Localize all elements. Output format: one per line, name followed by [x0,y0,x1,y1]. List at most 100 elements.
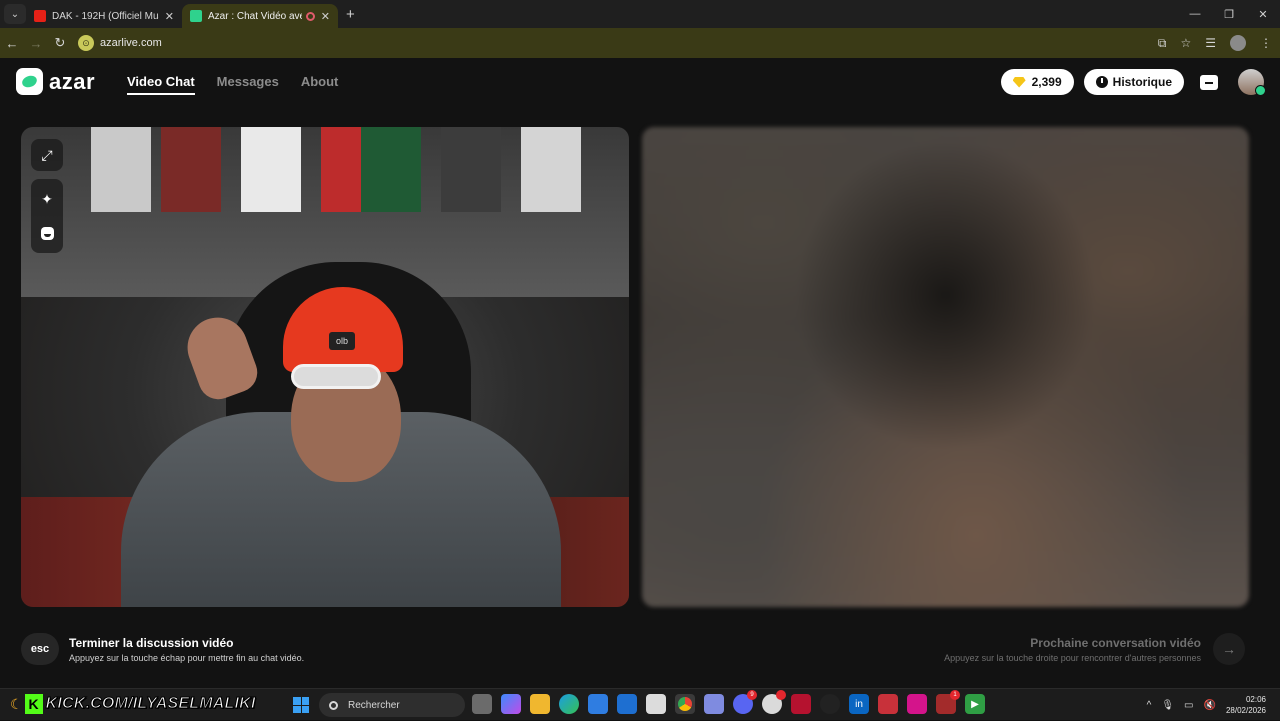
kick-logo-icon: K [24,694,43,714]
minimize-icon[interactable]: — [1178,0,1212,28]
play-icon[interactable]: ▶ [965,694,985,714]
magic-wand-icon[interactable]: ✦ [31,183,63,215]
arrow-right-icon[interactable]: → [1213,633,1245,665]
reading-list-icon[interactable]: ☰ [1205,36,1216,50]
tab-search-chevron-icon[interactable]: ⌄ [4,4,26,24]
local-video: olb ⤢ ✦ [21,127,629,607]
gaming-icon[interactable] [704,694,724,714]
bookmark-star-icon[interactable]: ☆ [1180,36,1191,50]
copilot-icon[interactable] [501,694,521,714]
sunglasses [291,364,381,389]
new-tab-icon[interactable]: + [346,6,355,23]
nav-about[interactable]: About [301,74,339,95]
tab-azar[interactable]: Azar : Chat Vidéo avec de nouvelles ✕ [182,4,338,28]
close-tab-icon[interactable]: ✕ [321,10,330,23]
site-header: azar Video Chat Messages About 2,399 His… [0,58,1280,106]
taskbar-time: 02:06 [1245,695,1266,704]
end-chat-title: Terminer la discussion vidéo [69,635,234,650]
azar-logo[interactable]: azar [16,68,95,95]
nav-video-chat[interactable]: Video Chat [127,74,195,95]
windows-taskbar: ☾ K KICK.COM/ILYASELMALIKI Rechercher 9 … [0,688,1280,720]
network-icon[interactable]: ▭ [1184,700,1193,711]
app-red-icon[interactable]: 1 [936,690,960,714]
menu-icon[interactable]: ⋮ [1260,36,1272,50]
end-chat-control[interactable]: esc Terminer la discussion vidéo Appuyez… [21,633,304,665]
jersey [241,127,301,212]
tray-chevron-icon[interactable]: ^ [1147,700,1152,711]
fullscreen-icon[interactable]: ⤢ [31,139,63,171]
site-info-icon[interactable]: ⊙ [78,35,94,51]
face-filter-icon[interactable] [31,217,63,249]
beanie-tag: olb [329,332,355,350]
azar-page: azar Video Chat Messages About 2,399 His… [0,58,1280,688]
main-nav: Video Chat Messages About [127,74,338,95]
edge-icon[interactable] [559,694,579,714]
gems-button[interactable]: 2,399 [1000,69,1074,95]
back-icon[interactable]: ← [0,36,24,51]
remote-video-blurred [642,127,1249,607]
user-avatar[interactable] [1238,69,1266,96]
steam-icon[interactable] [762,690,786,714]
tab-title: Azar : Chat Vidéo avec de nouvelles [208,10,302,22]
affinity-icon[interactable] [791,694,811,714]
video-tools: ⤢ ✦ [31,139,63,253]
install-app-icon[interactable]: ⧉ [1158,36,1167,51]
next-chat-subtitle: Appuyez sur la touche droite pour rencon… [944,652,1201,663]
url-text: azarlive.com [100,37,162,49]
nav-messages[interactable]: Messages [217,74,279,95]
shop-icon[interactable] [1198,71,1220,93]
end-chat-subtitle: Appuyez sur la touche échap pour mettre … [69,652,305,663]
close-tab-icon[interactable]: ✕ [165,10,174,23]
tab-title: DAK - 192H (Officiel Music Audio) [52,10,159,22]
youtube-icon [34,10,46,22]
recording-icon [305,11,315,21]
address-bar: ← → ↻ ⊙ azarlive.com ⧉ ☆ ☰ ⋮ [0,28,1280,58]
next-chat-title: Prochaine conversation vidéo [1030,635,1201,650]
taskbar-apps: 9 in 1 ▶ [472,690,985,714]
inbox-icon[interactable] [646,694,666,714]
jersey [521,127,581,212]
taskbar-date: 28/02/2026 [1225,706,1266,715]
obs-icon[interactable] [907,694,927,714]
windows-start-icon[interactable] [293,697,309,713]
reload-icon[interactable]: ↻ [48,35,72,51]
volume-muted-icon[interactable]: 🔇 [1204,700,1216,711]
history-clock-icon [1095,76,1108,88]
forward-icon[interactable]: → [24,36,48,51]
taskbar-clock[interactable]: 02:06 28/02/2026 [1226,694,1266,716]
tab-youtube[interactable]: DAK - 192H (Officiel Music Audio) ✕ [26,4,182,28]
moon-icon: ☾ [10,695,23,712]
profile-icon[interactable] [1230,35,1246,51]
store-icon[interactable] [588,694,608,714]
jersey [441,127,501,212]
kick-overlay: ☾ K KICK.COM/ILYASELMALIKI [10,692,256,716]
system-tray: ^ 🎙 ▭ 🔇 02:06 28/02/2026 [1147,689,1266,721]
jersey [161,127,221,212]
gem-icon [1012,76,1026,88]
voicemod-icon[interactable] [878,694,898,714]
history-button[interactable]: Historique [1083,69,1184,95]
mail-icon[interactable] [617,694,637,714]
window-controls: — ❐ ✕ [1178,0,1280,28]
tab-bar: ⌄ DAK - 192H (Officiel Music Audio) ✕ Az… [0,0,1280,28]
linkedin-icon[interactable]: in [849,694,869,714]
folder-icon[interactable] [530,694,550,714]
taskbar-search[interactable]: Rechercher [319,693,465,717]
microphone-icon[interactable]: 🎙 [1161,700,1174,711]
history-label: Historique [1112,75,1172,89]
esc-key[interactable]: esc [21,633,59,665]
close-window-icon[interactable]: ✕ [1246,0,1280,28]
jersey [91,127,151,212]
azar-logo-icon [16,68,43,95]
capcut-icon[interactable] [820,694,840,714]
discord-icon[interactable]: 9 [733,690,757,714]
file-explorer-icon[interactable] [472,694,492,714]
azar-icon [190,10,202,22]
effects-group: ✦ [31,179,63,253]
gems-count: 2,399 [1031,75,1062,89]
restore-icon[interactable]: ❐ [1212,0,1246,28]
next-chat-control[interactable]: Prochaine conversation vidéo Appuyez sur… [944,633,1245,665]
url-field[interactable]: ⊙ azarlive.com [78,32,1138,54]
search-placeholder: Rechercher [348,699,400,711]
chrome-icon[interactable] [675,694,695,714]
